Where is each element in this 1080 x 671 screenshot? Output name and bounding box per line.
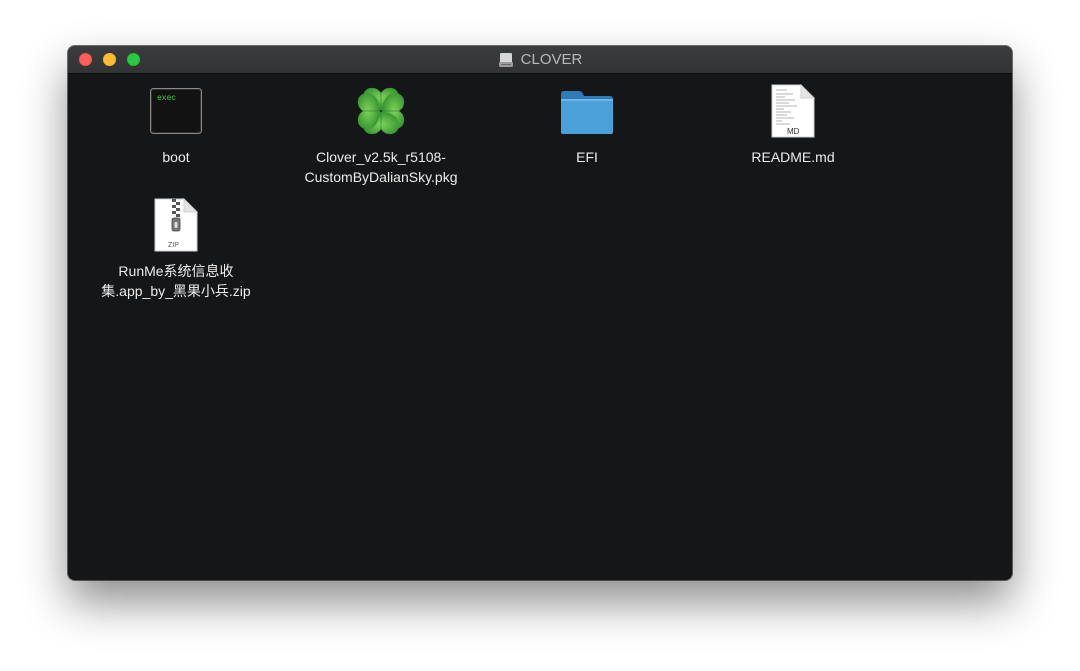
folder-icon (561, 91, 613, 134)
window-title: CLOVER (68, 46, 1012, 73)
file-label: README.md (751, 149, 835, 165)
file-item-zip[interactable]: ZIP RunMe系统信息收 集.app_by_黑果小兵.zip (86, 198, 266, 318)
clover-package-icon (357, 87, 405, 135)
file-label-line1: RunMe系统信息收 (118, 263, 234, 279)
finder-window: CLOVER exec boot Clover_v2.5k_r5108- Cus… (68, 46, 1012, 580)
exec-text: exec (157, 94, 176, 103)
file-item-efi[interactable]: EFI (497, 84, 677, 184)
file-label: EFI (576, 149, 598, 165)
title-bar[interactable]: CLOVER (68, 46, 1012, 74)
markdown-document-icon: MD (771, 84, 815, 138)
md-text: MD (787, 127, 800, 136)
exec-terminal-icon: exec (150, 88, 202, 134)
zip-archive-icon: ZIP (154, 198, 198, 252)
file-label-line1: Clover_v2.5k_r5108- (316, 149, 446, 165)
window-title-text: CLOVER (520, 51, 583, 68)
zip-text: ZIP (168, 242, 179, 249)
file-label-line2: CustomByDalianSky.pkg (304, 169, 458, 185)
file-item-readme[interactable]: MD README.md (703, 84, 883, 184)
file-item-clover-pkg[interactable]: Clover_v2.5k_r5108- CustomByDalianSky.pk… (291, 84, 471, 204)
file-label: boot (162, 149, 190, 165)
external-drive-icon (498, 52, 513, 67)
file-item-boot[interactable]: exec boot (86, 84, 266, 184)
file-label-line2: 集.app_by_黑果小兵.zip (101, 283, 251, 299)
